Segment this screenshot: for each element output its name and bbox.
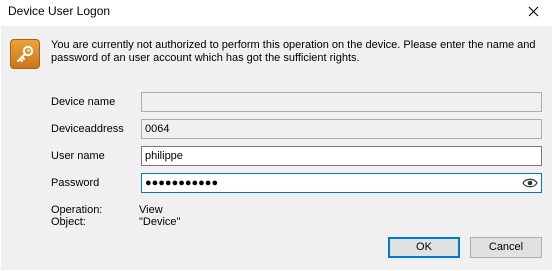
eye-icon[interactable]	[522, 177, 538, 189]
key-icon	[10, 39, 40, 69]
close-button[interactable]	[513, 0, 553, 22]
user-name-field[interactable]: philippe	[141, 146, 542, 166]
auth-message: You are currently not authorized to perf…	[51, 39, 536, 64]
close-icon	[528, 6, 538, 16]
device-address-label: Deviceaddress	[51, 123, 124, 135]
user-name-label: User name	[51, 150, 105, 162]
password-field[interactable]: ●●●●●●●●●●●	[141, 173, 542, 193]
device-address-field[interactable]: 0064	[141, 119, 542, 139]
operation-label: Operation:	[51, 204, 103, 216]
dialog-body: You are currently not authorized to perf…	[1, 26, 552, 270]
operation-value: View	[139, 204, 163, 216]
cancel-button[interactable]: Cancel	[470, 237, 542, 258]
object-value: "Device"	[139, 216, 181, 228]
window-title: Device User Logon	[8, 4, 111, 18]
ok-button[interactable]: OK	[388, 237, 460, 258]
object-label: Object:	[51, 216, 86, 228]
device-name-field[interactable]	[141, 92, 542, 112]
title-bar: Device User Logon	[0, 0, 553, 26]
password-value: ●●●●●●●●●●●	[145, 177, 219, 189]
device-name-label: Device name	[51, 96, 116, 108]
password-label: Password	[51, 177, 100, 189]
